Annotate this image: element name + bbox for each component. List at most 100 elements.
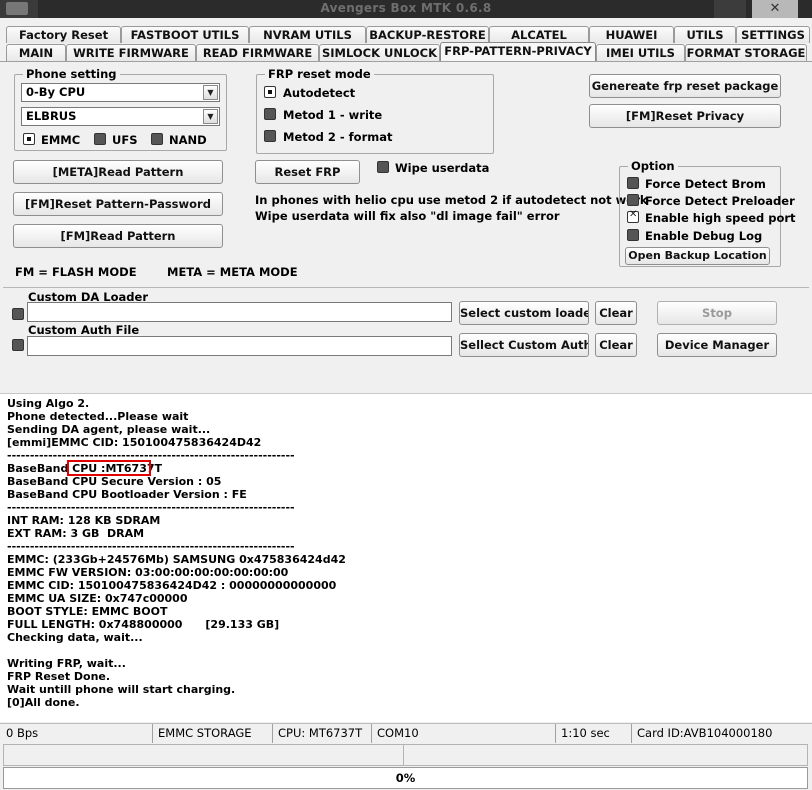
log-line: FULL LENGTH: 0x748800000 [29.133 GB] (7, 618, 280, 631)
tab-row-2: MAIN WRITE FIRMWARE READ FIRMWARE SIMLOC… (6, 42, 807, 61)
wipe-userdata-checkbox[interactable] (377, 161, 389, 173)
log-line: INT RAM: 128 KB SDRAM (7, 514, 161, 527)
ufs-label: UFS (112, 133, 138, 147)
log-line: BaseBand CPU Secure Version : 05 (7, 475, 222, 488)
tab-settings[interactable]: SETTINGS (736, 26, 810, 43)
log-line: Checking data, wait... (7, 631, 143, 644)
meta-read-pattern-button[interactable]: [META]Read Pattern (13, 160, 223, 184)
tab-imei-utils[interactable]: IMEI UTILS (596, 44, 685, 61)
force-detect-preloader-label: Force Detect Preloader (645, 194, 795, 208)
log-line: Using Algo 2. (7, 397, 90, 410)
log-line: Writing FRP, wait... (7, 657, 126, 670)
option-label: Option (628, 159, 678, 173)
high-speed-port-label: Enable high speed port (645, 211, 796, 225)
tab-simlock-unlock[interactable]: SIMLOCK UNLOCK (319, 44, 440, 61)
status-cpu: CPU: MT6737T (275, 724, 372, 743)
nand-checkbox[interactable] (151, 133, 163, 145)
tab-row-1: Factory Reset FASTBOOT UTILS NVRAM UTILS… (6, 25, 810, 43)
log-output[interactable]: Using Algo 2. Phone detected...Please wa… (0, 393, 812, 722)
tab-main[interactable]: MAIN (6, 44, 66, 61)
main-progress-bar: 0% (3, 767, 808, 789)
frp-reset-mode-label: FRP reset mode (265, 67, 374, 81)
info-text-1: In phones with helio cpu use metod 2 if … (255, 193, 648, 207)
log-line: EMMC: (233Gb+24576Mb) SAMSUNG 0x47583642… (7, 553, 346, 566)
metod2-radio[interactable] (264, 130, 276, 142)
status-port: COM10 (374, 724, 556, 743)
open-backup-location-button[interactable]: Open Backup Location (625, 247, 770, 265)
info-text-2: Wipe userdata will fix also "dl image fa… (255, 209, 560, 223)
cpu-select[interactable]: 0-By CPU ▼ (21, 83, 220, 102)
debug-log-label: Enable Debug Log (645, 229, 763, 243)
autodetect-radio[interactable] (264, 86, 276, 98)
stop-button[interactable]: Stop (657, 301, 777, 325)
cpu-select-value: 0-By CPU (26, 85, 86, 99)
model-select-value: ELBRUS (26, 109, 77, 123)
chevron-down-icon[interactable]: ▼ (203, 109, 218, 124)
metod2-label: Metod 2 - format (283, 130, 393, 144)
tab-huawei[interactable]: HUAWEI (589, 26, 674, 43)
meta-legend: META = META MODE (167, 265, 298, 279)
highlight-box (67, 460, 151, 476)
tab-read-firmware[interactable]: READ FIRMWARE (196, 44, 319, 61)
clear-auth-button[interactable]: Clear (595, 333, 637, 357)
tab-backup-restore[interactable]: BACKUP-RESTORE (366, 26, 489, 43)
emmc-label: EMMC (41, 133, 81, 147)
fm-reset-privacy-button[interactable]: [FM]Reset Privacy (589, 104, 781, 128)
custom-da-input[interactable] (27, 302, 452, 322)
metod1-radio[interactable] (264, 108, 276, 120)
select-custom-loader-button[interactable]: Select custom loader (459, 301, 589, 325)
phone-setting-label: Phone setting (23, 67, 120, 81)
ufs-checkbox[interactable] (94, 133, 106, 145)
high-speed-port-checkbox[interactable] (627, 209, 639, 223)
debug-log-checkbox[interactable] (627, 229, 639, 241)
tab-format-storage[interactable]: FORMAT STORAGE (685, 44, 807, 61)
log-line: EXT RAM: 3 GB DRAM (7, 527, 145, 540)
tab-nvram-utils[interactable]: NVRAM UTILS (249, 26, 366, 43)
status-storage: EMMC STORAGE (155, 724, 273, 743)
clear-loader-button[interactable]: Clear (595, 301, 637, 325)
tab-fastboot-utils[interactable]: FASTBOOT UTILS (121, 26, 249, 43)
tab-factory-reset[interactable]: Factory Reset (6, 26, 121, 43)
reset-frp-button[interactable]: Reset FRP (255, 160, 360, 184)
close-button[interactable]: ✕ (752, 0, 798, 18)
log-line: [0]All done. (7, 696, 80, 709)
fm-read-pattern-button[interactable]: [FM]Read Pattern (13, 224, 223, 248)
autodetect-label: Autodetect (283, 86, 356, 100)
log-line: BOOT STYLE: EMMC BOOT (7, 605, 168, 618)
custom-auth-input[interactable] (27, 336, 452, 356)
force-detect-brom-checkbox[interactable] (627, 177, 639, 189)
chevron-down-icon[interactable]: ▼ (203, 85, 218, 100)
progress-divider (403, 745, 404, 765)
log-line: EMMC UA SIZE: 0x747c00000 (7, 592, 188, 605)
metod1-label: Metod 1 - write (283, 108, 383, 122)
force-detect-preloader-checkbox[interactable] (627, 194, 639, 206)
wipe-userdata-label: Wipe userdata (395, 161, 490, 175)
device-manager-button[interactable]: Device Manager (657, 333, 777, 357)
model-select[interactable]: ELBRUS ▼ (21, 107, 220, 126)
status-bar: 0 Bps EMMC STORAGE CPU: MT6737T COM10 1:… (0, 723, 812, 743)
tab-utils[interactable]: UTILS (674, 26, 736, 43)
log-line: Phone detected...Please wait (7, 410, 189, 423)
custom-da-checkbox[interactable] (12, 308, 24, 320)
generate-frp-package-button[interactable]: Genereate frp reset package (589, 74, 781, 98)
status-card-id: Card ID:AVB104000180 (637, 726, 773, 740)
fm-reset-pattern-password-button[interactable]: [FM]Reset Pattern-Password (13, 192, 223, 216)
log-line: EMMC FW VERSION: 03:00:00:00:00:00:00:00 (7, 566, 289, 579)
sub-progress-bar (3, 744, 808, 766)
log-line: Wait untill phone will start charging. (7, 683, 236, 696)
minimize-button[interactable] (714, 0, 746, 18)
status-speed: 0 Bps (3, 724, 153, 743)
log-line: FRP Reset Done. (7, 670, 111, 683)
tab-write-firmware[interactable]: WRITE FIRMWARE (66, 44, 196, 61)
fm-legend: FM = FLASH MODE (15, 265, 137, 279)
tab-divider (0, 61, 812, 62)
tab-alcatel[interactable]: ALCATEL (489, 26, 589, 43)
log-line: Sending DA agent, please wait... (7, 423, 211, 436)
custom-auth-label: Custom Auth File (28, 323, 140, 337)
custom-auth-checkbox[interactable] (12, 339, 24, 351)
select-custom-auth-button[interactable]: Sellect Custom Auth (459, 333, 589, 357)
emmc-radio[interactable] (23, 133, 35, 145)
tab-frp-pattern-privacy[interactable]: FRP-PATTERN-PRIVACY (440, 42, 596, 61)
log-separator: ----------------------------------------… (7, 501, 295, 514)
